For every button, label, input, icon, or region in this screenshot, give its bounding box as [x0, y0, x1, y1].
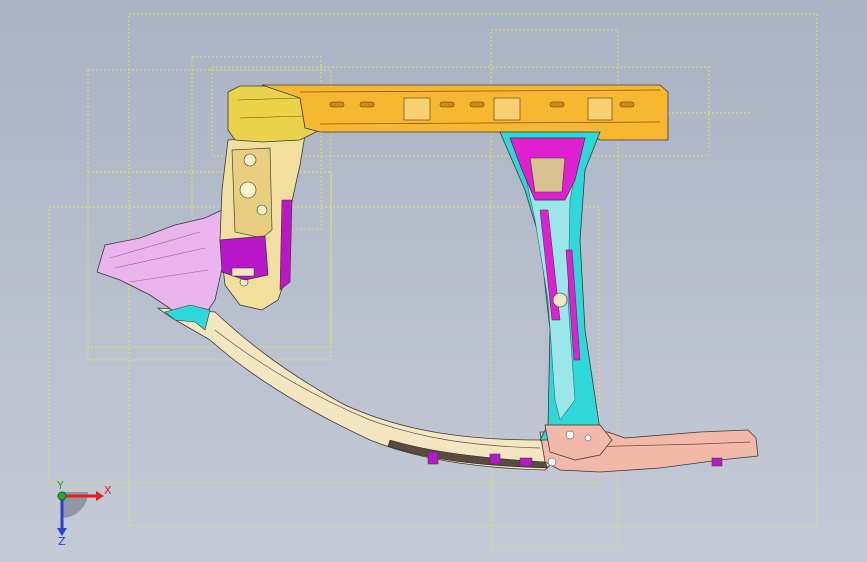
bracket: [587, 97, 613, 121]
slot: [619, 101, 635, 108]
slot: [469, 101, 485, 108]
slot: [359, 101, 375, 108]
bracket: [403, 97, 431, 121]
clip: [711, 457, 723, 467]
slot: [549, 101, 565, 108]
hole: [547, 457, 557, 467]
clip: [427, 451, 439, 465]
hinge-plate: [231, 267, 255, 277]
bracket: [493, 97, 521, 121]
y-axis-dot: [57, 491, 67, 501]
x-axis-arrowhead: [96, 491, 104, 501]
cad-viewport[interactable]: X Y Z: [0, 0, 867, 562]
slot: [439, 101, 455, 108]
x-axis-label: X: [104, 484, 112, 497]
hole: [239, 181, 257, 199]
clip: [519, 457, 533, 467]
y-axis-label: Y: [56, 479, 64, 492]
slot: [329, 101, 345, 108]
clip: [489, 453, 501, 465]
b-pillar-hole: [552, 292, 568, 308]
z-axis-label: Z: [58, 535, 66, 548]
model-canvas[interactable]: X Y Z: [0, 0, 867, 562]
hole: [565, 430, 575, 440]
hole: [243, 153, 257, 167]
front-panel: [96, 209, 226, 316]
b-pillar-plate: [529, 157, 566, 193]
hole: [256, 204, 268, 216]
a-pillar-purple-strip: [279, 199, 293, 291]
axis-triad[interactable]: X Y Z: [56, 479, 112, 548]
hole: [584, 434, 592, 442]
